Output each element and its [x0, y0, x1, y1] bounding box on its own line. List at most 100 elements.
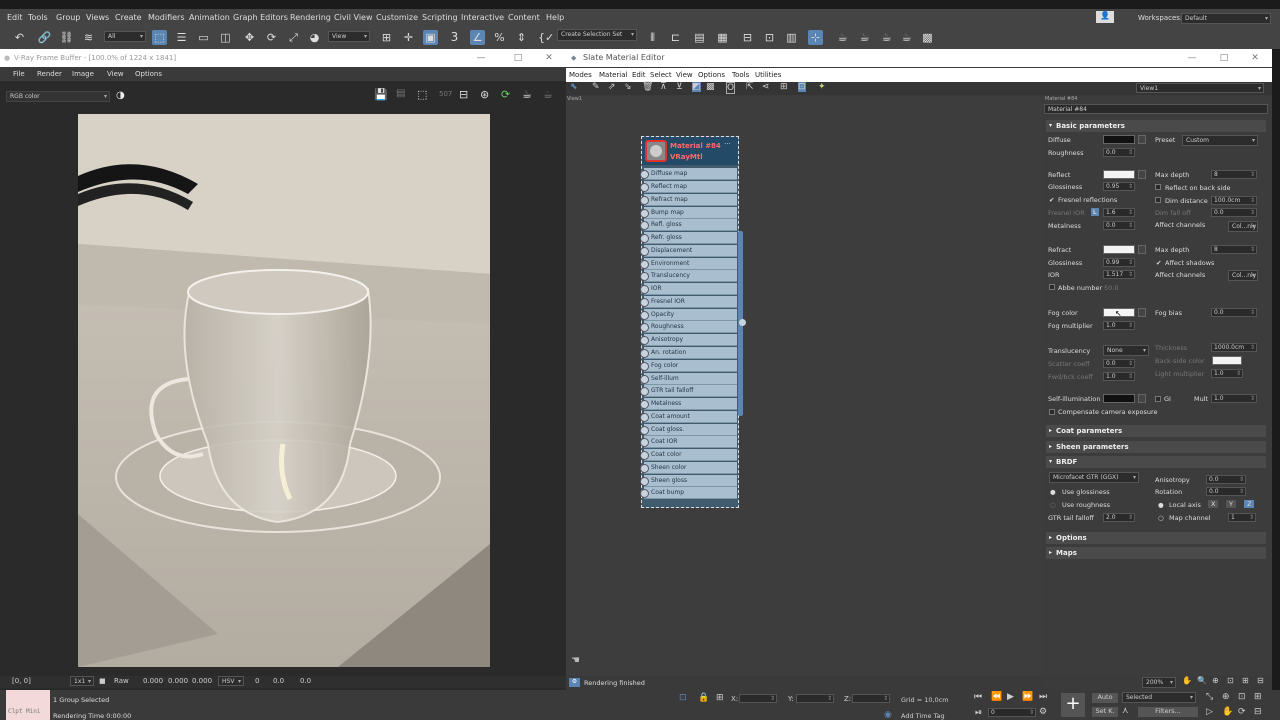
vfb-menu-file[interactable]: File — [13, 70, 25, 78]
sme-pick-icon[interactable]: ✎ — [592, 82, 600, 92]
reflect-color-swatch[interactable] — [1103, 170, 1135, 179]
sme-select-by-material-icon[interactable]: ⊡ — [798, 82, 806, 92]
menu-animation[interactable]: Animation — [189, 13, 230, 22]
affect-channels-dropdown[interactable]: Col...nly — [1228, 221, 1258, 232]
orbit-icon[interactable]: ⟳ — [1238, 707, 1246, 717]
fov-icon[interactable]: ▷ — [1206, 707, 1213, 717]
glossiness-spinner[interactable]: 0.95 — [1103, 182, 1135, 191]
back-side-color-swatch[interactable] — [1212, 356, 1242, 365]
slot-refract-map[interactable]: Refract map — [640, 194, 737, 206]
fresnel-ior-lock-button[interactable]: L — [1091, 208, 1099, 216]
pan-view-icon[interactable]: ✋ — [1222, 707, 1233, 717]
slot-environment[interactable]: Environment — [640, 258, 737, 270]
slot-coat-amount[interactable]: Coat amount — [640, 411, 737, 423]
key-filters-icon[interactable]: ⋏ — [1122, 706, 1129, 716]
sme-menu-modes[interactable]: Modes — [569, 71, 592, 79]
abbe-number-checkbox[interactable] — [1049, 284, 1055, 290]
section-brdf[interactable]: BRDF — [1046, 456, 1266, 468]
sme-pan-icon[interactable]: ✋ — [1182, 676, 1192, 685]
place-icon[interactable]: ◕ — [307, 30, 322, 45]
fresnel-check-icon[interactable]: ✔ — [1049, 196, 1054, 204]
layer-explorer-icon[interactable]: ▤ — [692, 30, 707, 45]
diffuse-map-button[interactable] — [1138, 135, 1146, 144]
refract-max-depth-spinner[interactable]: 8 — [1211, 245, 1257, 254]
absolute-mode-icon[interactable]: ⊞ — [716, 693, 724, 703]
go-to-end-icon[interactable]: ⏭ — [1039, 692, 1047, 702]
zoom-icon[interactable]: ⤡ — [1206, 692, 1213, 702]
menu-edit[interactable]: Edit — [7, 13, 23, 22]
section-coat-parameters[interactable]: Coat parameters — [1046, 425, 1266, 437]
thickness-spinner[interactable]: 1000.0cm — [1211, 343, 1257, 352]
set-key-icon[interactable]: + — [1061, 693, 1085, 717]
slot-coat-bump[interactable]: Coat bump — [640, 487, 737, 499]
render-production-icon[interactable]: ☕ — [879, 30, 894, 45]
sme-menu-select[interactable]: Select — [650, 71, 672, 79]
slot-refl-gloss[interactable]: Refl. gloss — [640, 219, 737, 231]
interactive-render-icon[interactable]: ⊛ — [480, 88, 489, 101]
rendered-frame-window-icon[interactable]: ☕ — [857, 30, 872, 45]
mirror-icon[interactable]: ⫴ — [645, 30, 660, 45]
vfb-menu-render[interactable]: Render — [37, 70, 62, 78]
schematic-view-icon[interactable]: ⊡ — [762, 30, 777, 45]
y-coord-field[interactable] — [796, 694, 834, 703]
play-icon[interactable]: ▶ — [1007, 692, 1014, 702]
dim-distance-spinner[interactable]: 100.0cm — [1211, 196, 1257, 205]
menu-help[interactable]: Help — [546, 13, 564, 22]
unlink-icon[interactable]: ⛓ — [59, 30, 74, 45]
sme-show-map-icon[interactable]: ◩ — [692, 82, 701, 92]
slot-translucency[interactable]: Translucency — [640, 270, 737, 282]
reflect-back-side-checkbox[interactable] — [1155, 184, 1161, 190]
menu-group[interactable]: Group — [56, 13, 80, 22]
menu-civil-view[interactable]: Civil View — [334, 13, 373, 22]
selected-set-dropdown[interactable]: Selected — [1122, 692, 1196, 703]
sme-close-button[interactable]: ✕ — [1244, 49, 1266, 67]
sme-menu-view[interactable]: View — [676, 71, 693, 79]
menu-scripting[interactable]: Scripting — [422, 13, 458, 22]
vfb-menu-options[interactable]: Options — [135, 70, 162, 78]
preset-dropdown[interactable]: Custom — [1182, 135, 1258, 146]
vfb-menu-image[interactable]: Image — [72, 70, 94, 78]
max-depth-spinner[interactable]: 8 — [1211, 170, 1257, 179]
scatter-coeff-spinner[interactable]: 0.0 — [1103, 359, 1135, 368]
sme-zoom-selected-icon[interactable]: ⊞ — [1242, 676, 1249, 685]
snaps-toggle-icon[interactable]: 3 — [447, 30, 462, 45]
set-key-button[interactable]: Set K. — [1092, 707, 1118, 717]
self-illumination-map-button[interactable] — [1138, 394, 1146, 403]
next-frame-icon[interactable]: ⏩ — [1022, 692, 1033, 702]
refract-color-swatch[interactable] — [1103, 245, 1135, 254]
z-coord-field[interactable] — [852, 694, 890, 703]
channel-dropdown[interactable]: RGB color — [6, 91, 110, 102]
node-header[interactable]: Material #84 VRayMtl ··· — [642, 137, 738, 165]
axis-y-button[interactable]: Y — [1226, 500, 1236, 508]
sme-menu-material[interactable]: Material — [599, 71, 627, 79]
toggle-ribbon-icon[interactable]: ▦ — [715, 30, 730, 45]
section-options[interactable]: Options — [1046, 532, 1266, 544]
pivot-icon[interactable]: ⊞ — [379, 30, 394, 45]
fresnel-ior-spinner[interactable]: 1.6 — [1103, 208, 1135, 217]
material-node[interactable]: Material #84 VRayMtl ··· Diffuse map Ref… — [640, 136, 746, 508]
manipulate-icon[interactable]: ✛ — [401, 30, 416, 45]
select-by-name-icon[interactable]: ☰ — [174, 30, 189, 45]
sme-zoom-dropdown[interactable]: 200% — [1142, 677, 1176, 688]
fog-color-map-button[interactable] — [1138, 308, 1146, 317]
slot-coat-color[interactable]: Coat color — [640, 449, 737, 461]
section-maps[interactable]: Maps — [1046, 547, 1266, 559]
render-setup-icon[interactable]: ☕ — [835, 30, 850, 45]
current-frame-field[interactable]: 0 — [988, 708, 1036, 717]
stop-render-icon[interactable]: ☕ — [543, 88, 553, 101]
edit-named-sets-icon[interactable]: {✓ — [538, 30, 554, 45]
auto-key-button[interactable]: Auto — [1092, 693, 1118, 703]
menu-interactive[interactable]: Interactive — [461, 13, 504, 22]
prev-frame-icon[interactable]: ⏪ — [991, 692, 1002, 702]
sme-delete-icon[interactable]: 🗑 — [642, 82, 653, 92]
section-basic-parameters[interactable]: Basic parameters — [1046, 120, 1266, 132]
slot-ior[interactable]: IOR — [640, 283, 737, 295]
x-coord-field[interactable] — [739, 694, 777, 703]
maximize-viewport-icon[interactable]: ⊟ — [1254, 707, 1262, 717]
slot-fresnel-ior[interactable]: Fresnel IOR — [640, 296, 737, 308]
mult-spinner[interactable]: 1.0 — [1211, 394, 1257, 403]
scale-icon[interactable]: ⤢ — [286, 30, 301, 45]
window-crossing-icon[interactable]: ◫ — [218, 30, 233, 45]
fwd-bck-coeff-spinner[interactable]: 1.0 — [1103, 372, 1135, 381]
metalness-spinner[interactable]: 0.0 — [1103, 221, 1135, 230]
